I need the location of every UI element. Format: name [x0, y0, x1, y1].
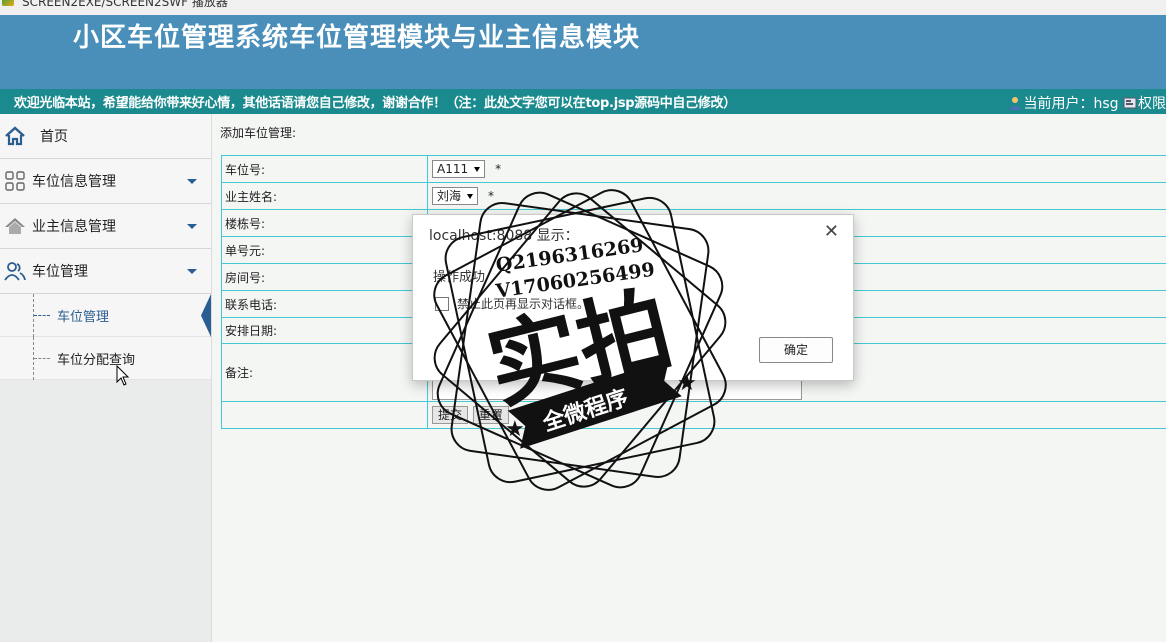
sidebar-item-space-info[interactable]: 车位信息管理 — [0, 159, 211, 204]
app-icon — [2, 0, 14, 6]
field-label: 安排日期: — [221, 317, 428, 344]
sidebar-subitem-allocation-query[interactable]: 车位分配查询 — [0, 337, 211, 380]
field-label: 单号元: — [221, 236, 428, 264]
grid-icon — [4, 170, 26, 192]
house-icon — [4, 215, 26, 237]
sidebar-item-label: 车位信息管理 — [32, 174, 116, 190]
tree-line — [34, 315, 50, 316]
field-cell: A111 * — [427, 155, 1166, 183]
field-label: 车位号: — [221, 155, 428, 183]
system-title: 小区车位管理系统车位管理模块与业主信息模块 — [73, 23, 641, 53]
submit-button[interactable]: 提交 — [432, 406, 469, 424]
sidebar-subitem-label: 车位管理 — [57, 309, 110, 325]
active-indicator — [201, 294, 211, 337]
notice-bar: 欢迎光临本站，希望能给你带来好心情，其他话语请您自己修改，谢谢合作！（注：此处文… — [0, 89, 1166, 114]
submenu: 车位管理 车位分配查询 — [0, 294, 211, 380]
alert-dialog: localhost:8088 显示： ✕ 操作成功 禁止此页再显示对话框。 确定 — [412, 214, 854, 381]
chevron-down-icon — [187, 269, 197, 274]
user-icon — [1009, 97, 1022, 110]
checkbox-label: 禁止此页再显示对话框。 — [457, 297, 590, 311]
field-label: 业主姓名: — [221, 182, 428, 210]
empty-cell — [221, 401, 428, 429]
chevron-down-icon — [187, 179, 197, 184]
reset-button[interactable]: 重置 — [472, 406, 509, 424]
owner-name-select[interactable]: 刘海 — [432, 187, 479, 205]
form-row: 提交 重置 — [221, 401, 1166, 429]
window-title: SCREEN2EXE/SCREEN2SWF 播放器 — [22, 0, 228, 9]
field-label: 房间号: — [221, 263, 428, 291]
form-row: 车位号: A111 * — [221, 155, 1166, 183]
permission-icon — [1123, 97, 1137, 109]
page-title: 添加车位管理: — [220, 126, 297, 140]
site-header: 小区车位管理系统车位管理模块与业主信息模块 — [0, 15, 1166, 89]
close-icon[interactable]: ✕ — [824, 223, 839, 241]
mouse-cursor-icon — [116, 365, 130, 386]
sidebar-item-label: 业主信息管理 — [32, 219, 116, 235]
button-cell: 提交 重置 — [427, 401, 1166, 429]
sidebar-item-label: 首页 — [40, 129, 68, 145]
form-row: 业主姓名: 刘海 * — [221, 182, 1166, 210]
field-label: 备注: — [221, 343, 428, 402]
sidebar-item-label: 车位管理 — [32, 264, 88, 280]
sidebar-subitem-space-manage[interactable]: 车位管理 — [0, 294, 211, 337]
checkbox-box[interactable] — [435, 296, 449, 311]
chevron-down-icon — [187, 224, 197, 229]
field-label: 联系电话: — [221, 290, 428, 318]
sidebar-item-owner-info[interactable]: 业主信息管理 — [0, 204, 211, 249]
sidebar: 首页 车位信息管理 业主信息管理 车位管理 车位管理 车位分配查询 — [0, 114, 212, 642]
suppress-dialogs-checkbox[interactable]: 禁止此页再显示对话框。 — [435, 295, 589, 312]
ok-button[interactable]: 确定 — [759, 337, 833, 363]
space-number-select[interactable]: A111 — [432, 160, 486, 178]
required-mark: * — [495, 162, 502, 176]
tree-line — [34, 358, 50, 359]
permission-label: 权限 — [1138, 96, 1166, 112]
window-titlebar: SCREEN2EXE/SCREEN2SWF 播放器 — [0, 0, 1166, 15]
home-icon — [4, 125, 26, 147]
required-mark: * — [488, 189, 495, 203]
field-label: 楼栋号: — [221, 209, 428, 237]
sidebar-item-space-manage[interactable]: 车位管理 — [0, 249, 211, 294]
dialog-title: localhost:8088 显示： — [429, 228, 579, 244]
dialog-message: 操作成功 — [433, 270, 486, 285]
field-cell: 刘海 * — [427, 182, 1166, 210]
users-icon — [4, 260, 26, 282]
current-user: 当前用户：hsg — [1023, 96, 1119, 112]
sidebar-item-home[interactable]: 首页 — [0, 114, 211, 159]
